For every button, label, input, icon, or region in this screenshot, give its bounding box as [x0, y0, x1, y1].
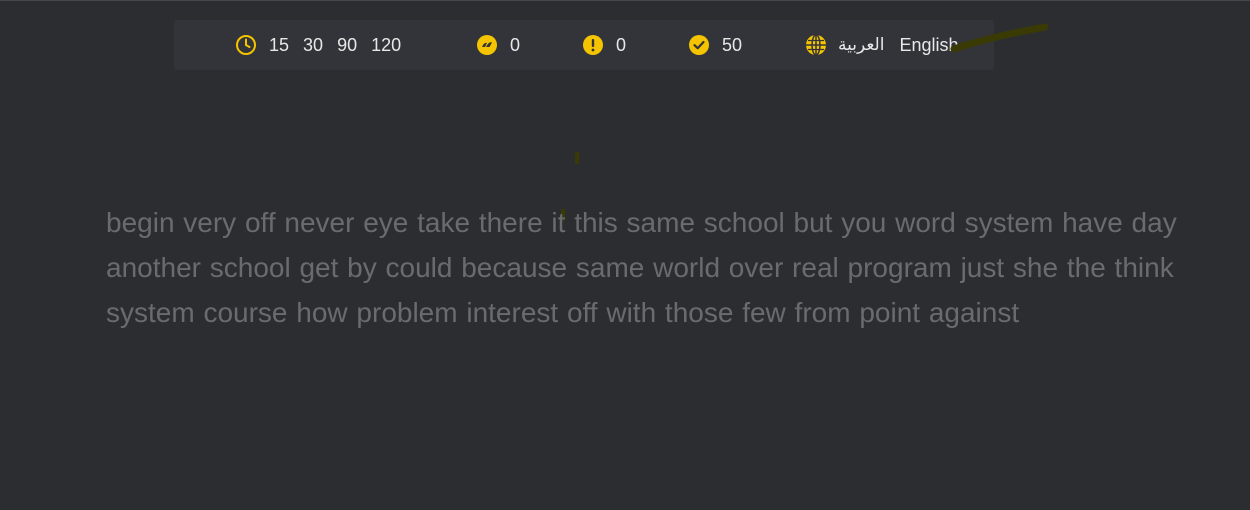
time-option-90[interactable]: 90: [330, 35, 364, 56]
typing-text[interactable]: begin very off never eye take there it t…: [106, 200, 1196, 335]
clock-icon: [235, 34, 257, 56]
language-selector: العربية English: [805, 20, 959, 70]
wpm-stat: 0: [476, 20, 520, 70]
time-option-120[interactable]: 120: [364, 35, 408, 56]
cursor-trace-mark: [575, 152, 579, 164]
top-toolbar: 15 30 90 120 0 0 50 العربية English: [174, 20, 994, 70]
correct-value: 50: [722, 34, 743, 55]
typing-test-page: 15 30 90 120 0 0 50 العربية English begi…: [0, 0, 1250, 510]
errors-stat: 0: [582, 20, 626, 70]
check-icon: [688, 34, 710, 56]
time-option-15[interactable]: 15: [262, 35, 296, 56]
wpm-value: 0: [510, 34, 521, 55]
language-option-arabic[interactable]: العربية: [838, 35, 884, 55]
time-option-30[interactable]: 30: [296, 35, 330, 56]
correct-stat: 50: [688, 20, 742, 70]
globe-icon: [805, 34, 827, 56]
language-option-english[interactable]: English: [899, 35, 958, 56]
exclamation-icon: [582, 34, 604, 56]
time-selector: 15 30 90 120: [235, 20, 408, 70]
speed-icon: [476, 34, 498, 56]
errors-value: 0: [616, 34, 627, 55]
